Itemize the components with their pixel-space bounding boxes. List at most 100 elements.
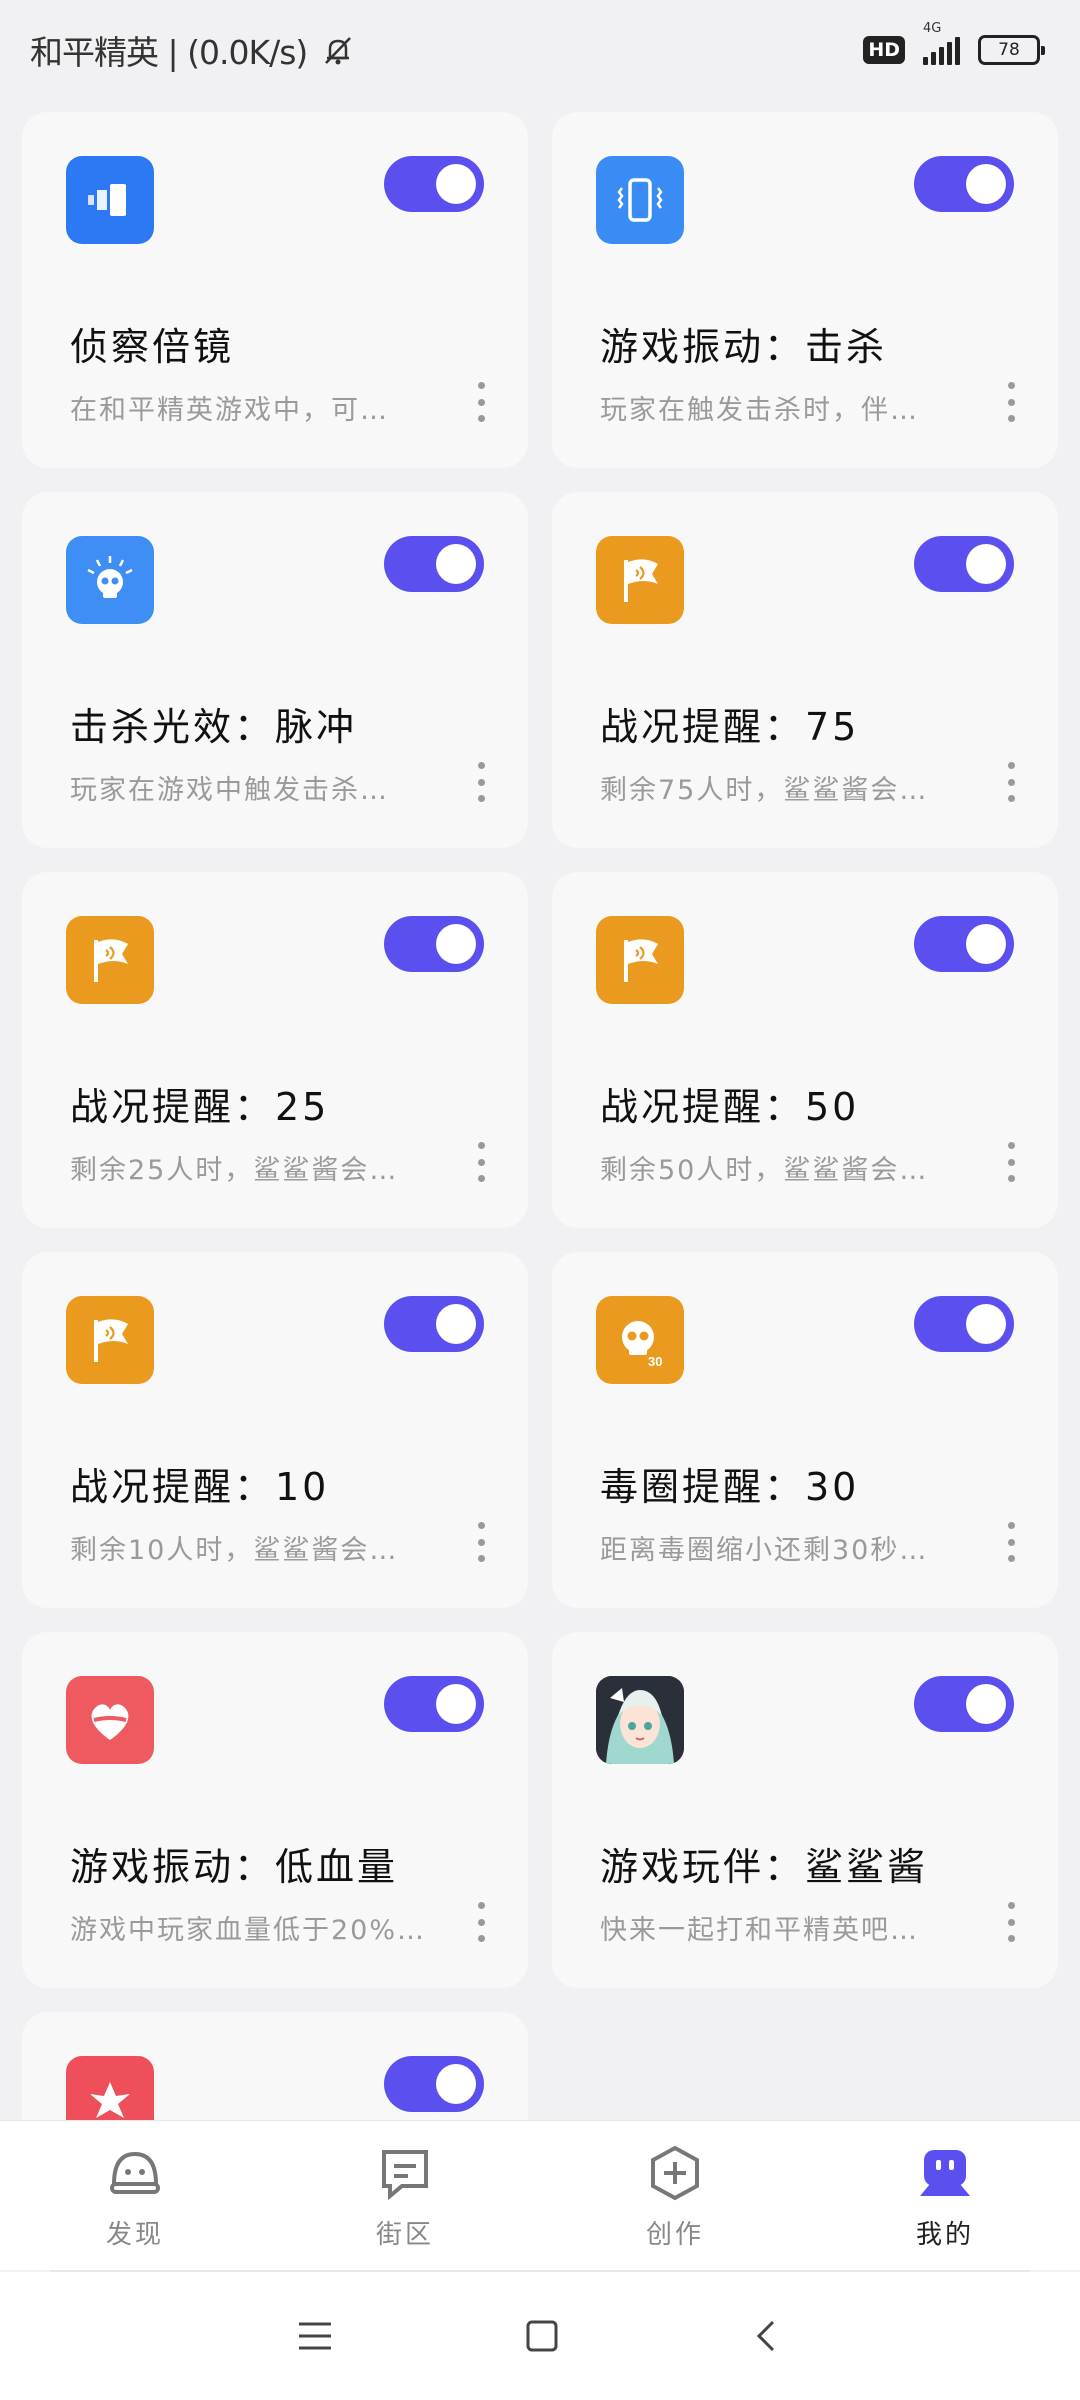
skill-card[interactable]: 战况提醒：10 剩余10人时，鲨鲨酱会… [22,1252,528,1608]
flag-icon [596,916,684,1004]
card-title: 游戏振动：低血量 [70,1845,399,1889]
community-icon [372,2140,438,2206]
card-title: 战况提醒：25 [70,1085,330,1129]
nav-tab[interactable]: 我的 [855,2140,1035,2251]
nav-tab-label: 创作 [645,2220,704,2250]
skill-card[interactable]: 战况提醒：50 剩余50人时，鲨鲨酱会… [552,872,1058,1228]
toggle-knob [436,544,476,584]
card-title: 游戏振动：击杀 [600,325,888,369]
more-options-icon[interactable] [476,1522,486,1562]
toggle-knob [966,544,1006,584]
nav-tab[interactable]: 街区 [315,2140,495,2251]
more-options-icon[interactable] [1006,762,1016,802]
skill-card[interactable]: 游戏振动：击杀玩家在触发击杀时，伴… [552,112,1058,468]
enable-toggle[interactable] [914,156,1014,212]
toggle-knob [436,2064,476,2104]
signal-icon: 4G [923,21,960,65]
enable-toggle[interactable] [914,916,1014,972]
phone-vibrate-icon [596,156,684,244]
toggle-knob [436,1684,476,1724]
card-title: 击杀光效：脉冲 [70,705,358,749]
skill-card[interactable]: 战况提醒：75 剩余75人时，鲨鲨酱会… [552,492,1058,848]
nav-tab[interactable]: 创作 [585,2140,765,2251]
card-description: 剩余25人时，鲨鲨酱会… [70,1155,399,1186]
create-icon [642,2140,708,2206]
enable-toggle[interactable] [384,2056,484,2112]
card-description: 快来一起打和平精英吧… [600,1915,919,1946]
nav-tab-label: 街区 [375,2220,434,2250]
more-options-icon[interactable] [1006,382,1016,422]
skill-card[interactable]: 游戏玩伴：鲨鲨酱快来一起打和平精英吧… [552,1632,1058,1988]
system-nav-bar [0,2272,1080,2400]
more-options-icon[interactable] [476,1142,486,1182]
hd-badge: HD [863,36,905,64]
card-title: 游戏玩伴：鲨鲨酱 [600,1845,929,1889]
skill-card[interactable]: 击杀光效：脉冲玩家在游戏中触发击杀… [22,492,528,848]
flag-icon [596,536,684,624]
back-icon[interactable] [747,2316,787,2356]
flag-icon [66,1296,154,1384]
card-description: 玩家在触发击杀时，伴… [600,395,919,426]
skill-card[interactable]: 侦察倍镜在和平精英游戏中，可… [22,112,528,468]
card-description: 剩余50人时，鲨鲨酱会… [600,1155,929,1186]
card-description: 距离毒圈缩小还剩30秒… [600,1535,929,1566]
nav-tab-label: 发现 [105,2220,164,2250]
svg-text:30: 30 [648,1354,662,1369]
skill-card[interactable]: 战况提醒：25 剩余25人时，鲨鲨酱会… [22,872,528,1228]
enable-toggle[interactable] [384,536,484,592]
enable-toggle[interactable] [384,156,484,212]
skull-glow-icon [66,536,154,624]
enable-toggle[interactable] [914,536,1014,592]
scope-icon [66,156,154,244]
enable-toggle[interactable] [384,916,484,972]
card-description: 剩余75人时，鲨鲨酱会… [600,775,929,806]
card-description: 游戏中玩家血量低于20%… [70,1915,427,1946]
nav-tab-label: 我的 [915,2220,974,2250]
screen: 和平精英 | (0.0K/s) HD 4G 78 侦察倍镜 在和平精英游戏中，可… [0,0,1080,2400]
burst-icon [66,2056,154,2120]
toggle-knob [436,164,476,204]
enable-toggle[interactable] [384,1676,484,1732]
status-bar: 和平精英 | (0.0K/s) HD 4G 78 [0,0,1080,100]
card-description: 玩家在游戏中触发击杀… [70,775,389,806]
nav-tab[interactable]: 发现 [45,2140,225,2251]
status-app-text: 和平精英 | (0.0K/s) [30,33,308,72]
enable-toggle[interactable] [384,1296,484,1352]
toggle-knob [966,164,1006,204]
skill-card[interactable]: 游戏振动：低血量游戏中玩家血量低于20%… [22,1632,528,1988]
more-options-icon[interactable] [1006,1522,1016,1562]
status-left: 和平精英 | (0.0K/s) [30,26,355,74]
card-title: 战况提醒：75 [600,705,860,749]
enable-toggle[interactable] [914,1296,1014,1352]
card-title: 战况提醒：50 [600,1085,860,1129]
battery-icon: 78 [978,35,1045,65]
menu-icon[interactable] [293,2316,337,2356]
skill-card-grid: 侦察倍镜 在和平精英游戏中，可… 游戏振动：击杀 玩家在触发击杀时，伴… 击杀光效：脉冲… [22,112,1058,2120]
card-title: 战况提醒：10 [70,1465,330,1509]
discover-icon [102,2140,168,2206]
bottom-nav: 发现 街区 创作 我的 [0,2120,1080,2270]
skill-card[interactable] [22,2012,528,2120]
toggle-knob [966,1304,1006,1344]
mute-bell-icon [325,37,352,65]
profile-robot-icon [912,2140,978,2206]
skull-30-icon: 30 [596,1296,684,1384]
more-options-icon[interactable] [1006,1142,1016,1182]
skill-card[interactable]: 30 毒圈提醒：30 距离毒圈缩小还剩30秒… [552,1252,1058,1608]
more-options-icon[interactable] [476,382,486,422]
card-title: 侦察倍镜 [70,325,235,369]
toggle-knob [436,1304,476,1344]
home-icon[interactable] [522,2316,562,2356]
more-options-icon[interactable] [476,762,486,802]
flag-icon [66,916,154,1004]
card-description: 剩余10人时，鲨鲨酱会… [70,1535,399,1566]
enable-toggle[interactable] [914,1676,1014,1732]
more-options-icon[interactable] [476,1902,486,1942]
toggle-knob [436,924,476,964]
toggle-knob [966,1684,1006,1724]
card-description: 在和平精英游戏中，可… [70,395,389,426]
more-options-icon[interactable] [1006,1902,1016,1942]
card-title: 毒圈提醒：30 [600,1465,860,1509]
heart-icon [66,1676,154,1764]
avatar-icon [596,1676,684,1764]
